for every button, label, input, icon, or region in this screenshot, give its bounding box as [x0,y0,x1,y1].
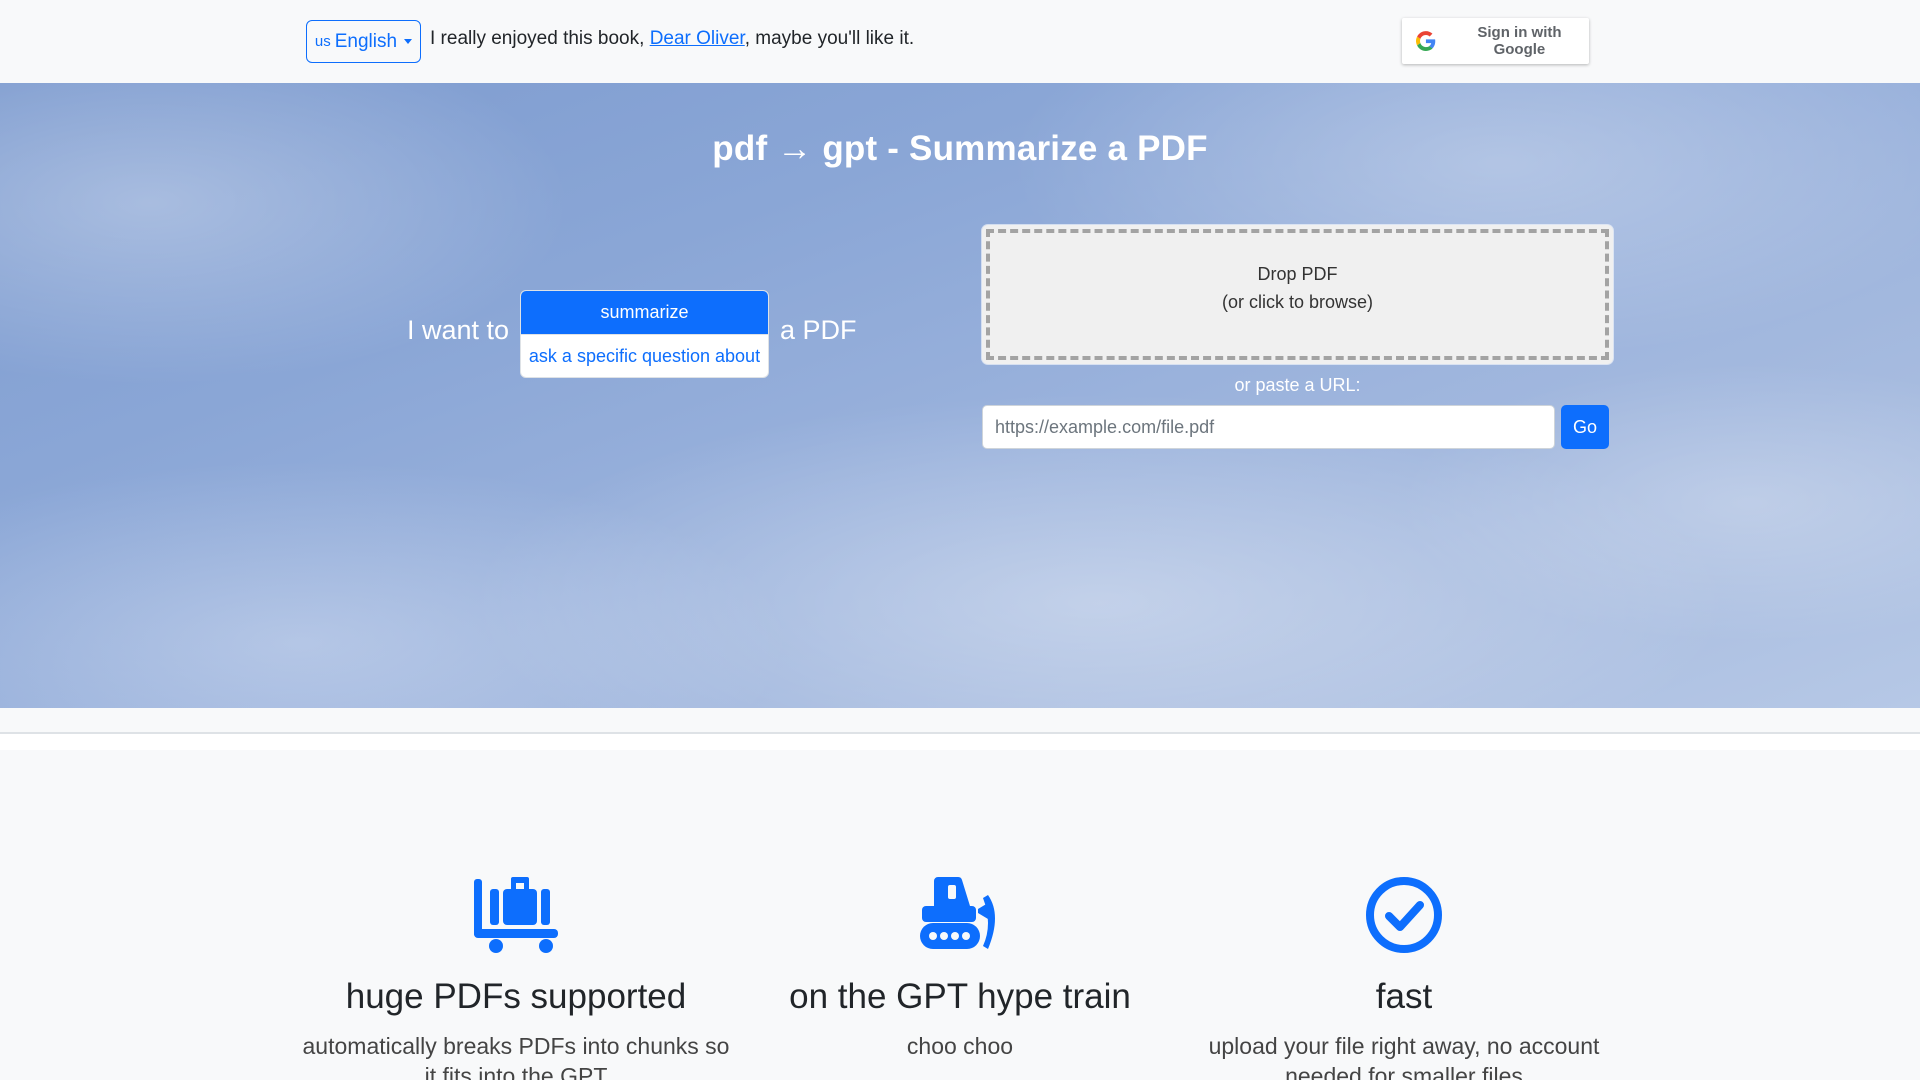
language-label: English [334,30,398,52]
snowplow-train-icon [920,876,995,949]
go-button[interactable]: Go [1561,405,1609,449]
google-g-icon [1416,31,1436,51]
feature-hype-train: on the GPT hype train choo choo [740,875,1180,1061]
mode-selector: summarize ask a specific question about [520,290,769,378]
google-signin-button[interactable]: Sign in with Google [1402,18,1589,64]
tagline-suffix: , maybe you'll like it. [744,28,915,49]
dropzone-subtitle: (or click to browse) [1221,291,1374,312]
feature-title: huge PDFs supported [345,977,687,1016]
mode-option-ask-question[interactable]: ask a specific question about [521,334,768,377]
feature-title: fast [1375,977,1433,1016]
want-label: I want to [407,315,510,345]
dropzone-border: Drop PDF (or click to browse) [986,229,1609,360]
feature-fast: fast upload your file right away, no acc… [1184,875,1624,1080]
luggage-cart-icon [474,877,558,953]
book-link[interactable]: Dear Oliver [650,28,745,49]
dropzone-title: Drop PDF [1257,263,1338,284]
top-bar: us English I really enjoyed this book, D… [0,0,1920,83]
feature-text: choo choo [906,1033,1014,1059]
feature-huge-pdfs: huge PDFs supported automatically breaks… [296,875,736,1080]
language-flag: us [314,33,331,50]
book-recommendation: I really enjoyed this book, Dear Oliver,… [430,28,914,50]
pdf-dropzone[interactable]: Drop PDF (or click to browse) [982,225,1613,364]
chevron-down-icon [404,39,413,44]
paste-url-label: or paste a URL: [1234,375,1361,395]
check-circle-icon [1366,877,1442,953]
url-input[interactable] [982,405,1555,449]
hero-section: pdf → gpt - Summarize a PDF I want to su… [0,83,1920,708]
feature-text: upload your file right away, no account … [1208,1033,1600,1080]
feature-title: on the GPT hype train [789,977,1131,1016]
feature-text: automatically breaks PDFs into chunks so… [302,1033,730,1080]
a-pdf-label: a PDF [780,315,857,345]
section-divider [0,732,1920,750]
page-title: pdf → gpt - Summarize a PDF [712,129,1208,168]
google-signin-label: Sign in with Google [1477,24,1562,58]
tagline-prefix: I really enjoyed this book, [430,28,650,49]
language-dropdown-button[interactable]: us English [306,20,421,63]
mode-option-summarize[interactable]: summarize [521,291,768,334]
